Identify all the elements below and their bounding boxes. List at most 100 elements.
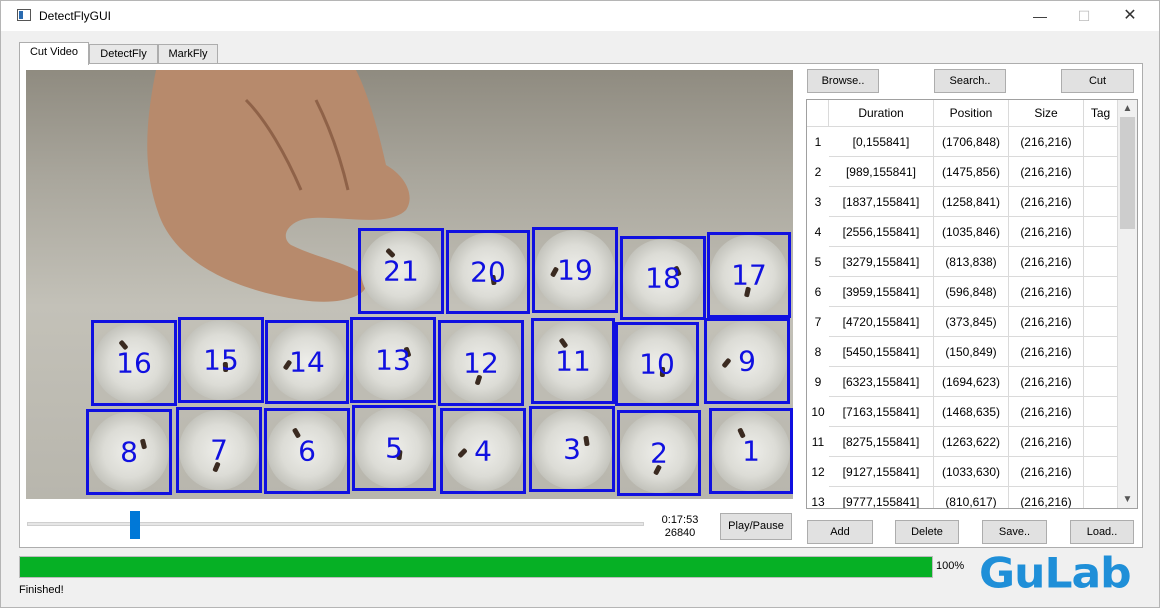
cell-position[interactable]: (596,848)	[934, 277, 1009, 307]
cell-position[interactable]: (810,617)	[934, 487, 1009, 508]
maximize-button[interactable]: ☐	[1061, 1, 1107, 31]
regions-table[interactable]: Duration Position Size Tag 1 [0,155841] (1…	[806, 99, 1138, 509]
cell-size[interactable]: (216,216)	[1009, 127, 1084, 157]
cell-tag[interactable]	[1084, 217, 1118, 247]
table-row[interactable]: 12 [9127,155841] (1033,630) (216,216)	[807, 457, 1118, 487]
minimize-button[interactable]: —	[1017, 1, 1063, 31]
close-button[interactable]: ✕	[1107, 1, 1153, 31]
header-size[interactable]: Size	[1009, 100, 1084, 127]
header-tag[interactable]: Tag	[1084, 100, 1118, 127]
title-bar[interactable]: DetectFlyGUI — ☐ ✕	[1, 1, 1159, 31]
cell-size[interactable]: (216,216)	[1009, 157, 1084, 187]
add-button[interactable]: Add	[807, 520, 873, 544]
cell-size[interactable]: (216,216)	[1009, 217, 1084, 247]
table-row[interactable]: 2 [989,155841] (1475,856) (216,216)	[807, 157, 1118, 187]
cell-position[interactable]: (1468,635)	[934, 397, 1009, 427]
cell-tag[interactable]	[1084, 277, 1118, 307]
table-row[interactable]: 4 [2556,155841] (1035,846) (216,216)	[807, 217, 1118, 247]
table-row[interactable]: 9 [6323,155841] (1694,623) (216,216)	[807, 367, 1118, 397]
video-seek-track[interactable]	[27, 522, 644, 526]
cell-position[interactable]: (813,838)	[934, 247, 1009, 277]
cell-tag[interactable]	[1084, 427, 1118, 457]
cell-tag[interactable]	[1084, 487, 1118, 508]
browse-button[interactable]: Browse..	[807, 69, 879, 93]
cell-size[interactable]: (216,216)	[1009, 457, 1084, 487]
roi-box[interactable]: 4	[440, 408, 526, 494]
cell-size[interactable]: (216,216)	[1009, 187, 1084, 217]
cell-size[interactable]: (216,216)	[1009, 247, 1084, 277]
scroll-thumb[interactable]	[1120, 117, 1135, 229]
cell-duration[interactable]: [6323,155841]	[829, 367, 934, 397]
cell-duration[interactable]: [989,155841]	[829, 157, 934, 187]
cell-size[interactable]: (216,216)	[1009, 277, 1084, 307]
header-duration[interactable]: Duration	[829, 100, 934, 127]
roi-box[interactable]: 18	[620, 236, 706, 320]
video-frame[interactable]: 21 20 19 18 17 16 15 14 13 12 11 10 9 8 7 6 5 4 3 2 1	[26, 70, 793, 499]
table-scrollbar[interactable]: ▲ ▼	[1118, 100, 1137, 508]
cell-duration[interactable]: [9777,155841]	[829, 487, 934, 508]
load-button[interactable]: Load..	[1070, 520, 1134, 544]
roi-box[interactable]: 7	[176, 407, 262, 493]
cell-tag[interactable]	[1084, 397, 1118, 427]
cell-size[interactable]: (216,216)	[1009, 487, 1084, 508]
cell-position[interactable]: (1706,848)	[934, 127, 1009, 157]
tab-cut-video[interactable]: Cut Video	[19, 42, 89, 65]
table-row[interactable]: 5 [3279,155841] (813,838) (216,216)	[807, 247, 1118, 277]
cell-tag[interactable]	[1084, 367, 1118, 397]
cell-size[interactable]: (216,216)	[1009, 427, 1084, 457]
roi-box[interactable]: 17	[707, 232, 791, 318]
table-row[interactable]: 3 [1837,155841] (1258,841) (216,216)	[807, 187, 1118, 217]
cell-position[interactable]: (373,845)	[934, 307, 1009, 337]
roi-box[interactable]: 14	[265, 320, 349, 404]
table-row[interactable]: 11 [8275,155841] (1263,622) (216,216)	[807, 427, 1118, 457]
table-row[interactable]: 10 [7163,155841] (1468,635) (216,216)	[807, 397, 1118, 427]
scroll-down-icon[interactable]: ▼	[1118, 491, 1137, 508]
roi-box[interactable]: 9	[704, 318, 790, 404]
cell-tag[interactable]	[1084, 127, 1118, 157]
roi-box[interactable]: 21	[358, 228, 444, 314]
table-row[interactable]: 1 [0,155841] (1706,848) (216,216)	[807, 127, 1118, 157]
delete-button[interactable]: Delete	[895, 520, 959, 544]
table-row[interactable]: 8 [5450,155841] (150,849) (216,216)	[807, 337, 1118, 367]
search-button[interactable]: Search..	[934, 69, 1006, 93]
table-row[interactable]: 13 [9777,155841] (810,617) (216,216)	[807, 487, 1118, 508]
cell-duration[interactable]: [4720,155841]	[829, 307, 934, 337]
cell-size[interactable]: (216,216)	[1009, 337, 1084, 367]
cell-tag[interactable]	[1084, 337, 1118, 367]
roi-box[interactable]: 12	[438, 320, 524, 406]
roi-box[interactable]: 5	[352, 405, 436, 491]
tab-markfly[interactable]: MarkFly	[158, 44, 218, 64]
roi-box[interactable]: 3	[529, 406, 615, 492]
roi-box[interactable]: 11	[531, 318, 615, 404]
cell-duration[interactable]: [2556,155841]	[829, 217, 934, 247]
roi-box[interactable]: 19	[532, 227, 618, 313]
roi-box[interactable]: 2	[617, 410, 701, 496]
table-row[interactable]: 7 [4720,155841] (373,845) (216,216)	[807, 307, 1118, 337]
cell-tag[interactable]	[1084, 307, 1118, 337]
header-position[interactable]: Position	[934, 100, 1009, 127]
cell-duration[interactable]: [3959,155841]	[829, 277, 934, 307]
cell-position[interactable]: (1258,841)	[934, 187, 1009, 217]
video-seek-handle[interactable]	[129, 511, 140, 539]
cell-duration[interactable]: [5450,155841]	[829, 337, 934, 367]
cell-duration[interactable]: [9127,155841]	[829, 457, 934, 487]
cell-tag[interactable]	[1084, 157, 1118, 187]
cell-duration[interactable]: [7163,155841]	[829, 397, 934, 427]
roi-box[interactable]: 15	[178, 317, 264, 403]
roi-box[interactable]: 13	[350, 317, 436, 403]
roi-box[interactable]: 8	[86, 409, 172, 495]
cell-position[interactable]: (150,849)	[934, 337, 1009, 367]
cell-position[interactable]: (1475,856)	[934, 157, 1009, 187]
save-button[interactable]: Save..	[982, 520, 1047, 544]
table-row[interactable]: 6 [3959,155841] (596,848) (216,216)	[807, 277, 1118, 307]
roi-box[interactable]: 1	[709, 408, 793, 494]
cut-button[interactable]: Cut	[1061, 69, 1134, 93]
cell-tag[interactable]	[1084, 187, 1118, 217]
cell-duration[interactable]: [8275,155841]	[829, 427, 934, 457]
roi-box[interactable]: 20	[446, 230, 530, 314]
cell-size[interactable]: (216,216)	[1009, 367, 1084, 397]
scroll-up-icon[interactable]: ▲	[1118, 100, 1137, 117]
cell-tag[interactable]	[1084, 247, 1118, 277]
cell-size[interactable]: (216,216)	[1009, 397, 1084, 427]
cell-size[interactable]: (216,216)	[1009, 307, 1084, 337]
